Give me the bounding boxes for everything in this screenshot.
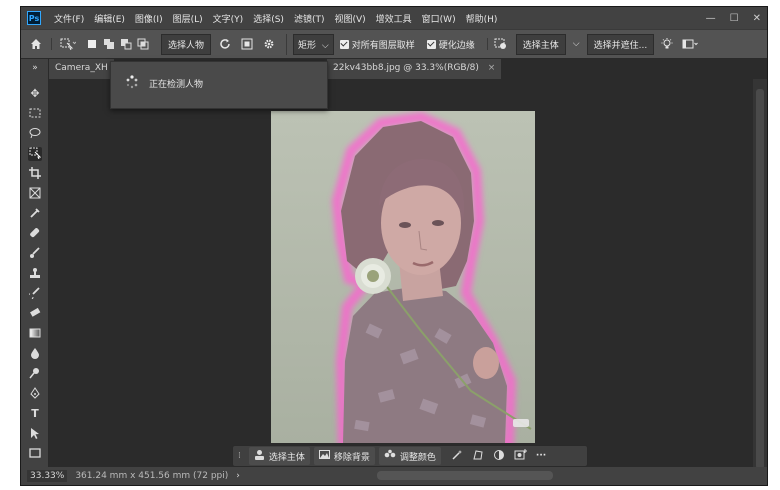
menu-help[interactable]: 帮助(H) — [461, 12, 503, 25]
move-tool-icon[interactable]: ✥ — [28, 87, 42, 101]
status-menu-arrow-icon[interactable]: › — [236, 471, 240, 481]
lasso-tool-icon[interactable] — [28, 127, 42, 141]
tools-panel: » ✥ T — [21, 59, 49, 485]
chevron-down-icon[interactable]: ⌵ — [573, 39, 580, 49]
photoshop-window: Ps 文件(F) 编辑(E) 图像(I) 图层(L) 文字(Y) 选择(S) 滤… — [20, 6, 768, 486]
crop-tool-icon[interactable] — [28, 167, 42, 181]
history-brush-tool-icon[interactable] — [26, 287, 42, 301]
path-selection-tool-icon[interactable] — [28, 427, 42, 441]
person-icon — [254, 449, 265, 463]
gear-icon[interactable] — [258, 38, 280, 50]
portrait-illustration — [271, 111, 535, 443]
menu-window[interactable]: 窗口(W) — [417, 12, 461, 25]
intersect-selection-icon[interactable] — [136, 38, 149, 51]
vertical-scrollbar[interactable] — [753, 79, 767, 469]
menu-bar: Ps 文件(F) 编辑(E) 图像(I) 图层(L) 文字(Y) 选择(S) 滤… — [21, 7, 767, 29]
eraser-tool-icon[interactable] — [28, 307, 42, 321]
dodge-tool-icon[interactable] — [28, 367, 42, 381]
object-selection-tool-icon[interactable] — [28, 147, 42, 161]
select-subject-icon[interactable] — [486, 38, 513, 50]
clone-stamp-tool-icon[interactable] — [28, 267, 42, 281]
pen-tool-icon[interactable] — [28, 387, 42, 401]
menu-edit[interactable]: 编辑(E) — [89, 12, 130, 25]
chevron-down-icon: ⌵ — [321, 40, 329, 51]
scrollbar-thumb[interactable] — [756, 89, 764, 469]
collapse-toolbar-icon[interactable]: » — [28, 61, 42, 75]
menu-type[interactable]: 文字(Y) — [208, 12, 249, 25]
horizontal-scrollbar-thumb[interactable] — [377, 471, 553, 480]
document-dimensions: 361.24 mm x 451.56 mm (72 ppi) — [75, 471, 229, 481]
image-icon — [318, 449, 330, 463]
healing-brush-tool-icon[interactable] — [28, 227, 42, 241]
status-bar: 33.33% 361.24 mm x 451.56 mm (72 ppi) › — [21, 467, 767, 485]
half-circle-icon[interactable] — [493, 449, 505, 464]
close-button[interactable]: ✕ — [753, 13, 761, 24]
detecting-subject-popup: 正在检测人物 — [110, 61, 328, 109]
eyedropper-tool-icon[interactable] — [28, 207, 42, 221]
sample-all-layers-checkbox[interactable]: 对所有图层取样 — [339, 38, 415, 51]
document-image[interactable] — [271, 111, 535, 443]
menu-file[interactable]: 文件(F) — [49, 12, 89, 25]
color-adjust-icon — [384, 449, 396, 463]
popup-message: 正在检测人物 — [149, 80, 204, 90]
select-all-frames-icon[interactable] — [236, 38, 258, 50]
tab-document[interactable]: 22kv43bb8.jpg @ 33.3%(RGB/8) × — [327, 59, 502, 79]
mode-label: 矩形 — [298, 40, 317, 51]
harden-edges-checkbox[interactable]: 硬化边缘 — [426, 38, 475, 51]
checkbox-checked-icon — [339, 39, 349, 49]
checkbox-checked-icon — [426, 39, 436, 49]
tab-document-label: 22kv43bb8.jpg @ 33.3%(RGB/8) — [333, 63, 479, 73]
more-options-icon[interactable]: ··· — [536, 451, 546, 461]
frame-tool-icon[interactable] — [28, 187, 42, 201]
minimize-button[interactable]: — — [706, 13, 716, 24]
contextual-task-bar: ⁞ 选择主体 移除背景 调整颜色 ··· — [232, 445, 588, 467]
app-logo: Ps — [27, 11, 41, 25]
menu-filter[interactable]: 滤镜(T) — [289, 12, 330, 25]
add-to-selection-icon[interactable] — [102, 38, 115, 51]
mode-dropdown-rect[interactable]: 矩形 ⌵ — [293, 33, 334, 55]
remove-background-button[interactable]: 移除背景 — [313, 447, 375, 465]
subtract-selection-icon[interactable] — [119, 38, 132, 51]
add-mask-icon[interactable] — [514, 448, 527, 464]
spinner-icon — [125, 75, 139, 92]
home-icon[interactable] — [21, 38, 51, 50]
rectangle-tool-icon[interactable] — [28, 447, 42, 461]
adjust-color-button[interactable]: 调整颜色 — [378, 447, 441, 465]
options-bar: 选择人物 矩形 ⌵ 对所有图层取样 硬化边缘 选择主体 ⌵ 选择并遮住... — [21, 29, 767, 59]
mode-dropdown-subject[interactable]: 选择人物 — [161, 33, 212, 55]
refresh-icon[interactable] — [214, 38, 236, 50]
menu-select[interactable]: 选择(S) — [248, 12, 289, 25]
gradient-tool-icon[interactable] — [28, 327, 42, 341]
menu-plugins[interactable]: 增效工具 — [371, 12, 417, 25]
marquee-tool-icon[interactable] — [28, 107, 42, 121]
type-tool-icon[interactable]: T — [28, 407, 42, 421]
tab-camera[interactable]: Camera_XH — [49, 59, 115, 79]
brush-tool-icon[interactable] — [28, 247, 42, 261]
select-subject-button[interactable]: 选择主体 — [515, 33, 566, 55]
maximize-button[interactable]: ☐ — [730, 13, 739, 24]
workspace-icon[interactable] — [677, 38, 703, 50]
object-selection-tool-icon[interactable] — [51, 38, 83, 50]
menu-image[interactable]: 图像(I) — [130, 12, 168, 25]
menu-view[interactable]: 视图(V) — [329, 12, 370, 25]
new-selection-icon[interactable] — [85, 38, 98, 51]
lasso-mask-icon[interactable] — [472, 449, 484, 464]
zoom-level[interactable]: 33.33% — [27, 470, 68, 482]
lightbulb-icon[interactable] — [657, 38, 677, 50]
close-tab-icon[interactable]: × — [488, 63, 496, 73]
drag-handle-icon[interactable]: ⁞ — [238, 451, 241, 461]
select-and-mask-button[interactable]: 选择并遮住... — [586, 33, 655, 55]
magic-wand-icon[interactable] — [451, 449, 463, 464]
menu-layer[interactable]: 图层(L) — [168, 12, 208, 25]
blur-tool-icon[interactable] — [28, 347, 42, 361]
select-subject-task-button[interactable]: 选择主体 — [248, 447, 310, 465]
